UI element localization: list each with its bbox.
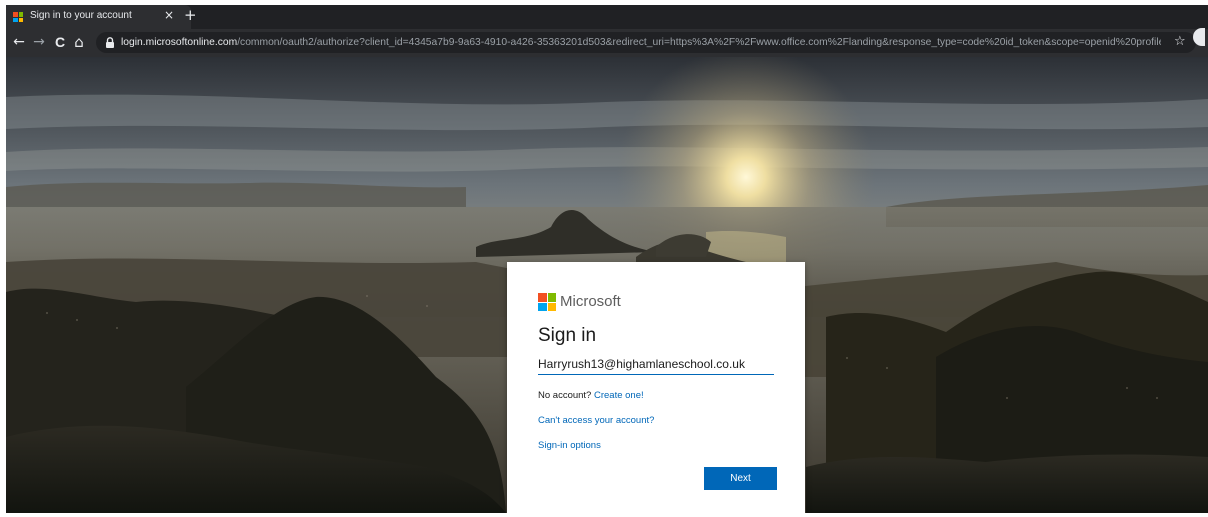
back-arrow-icon[interactable]: ← bbox=[10, 33, 28, 51]
sign-in-card: Microsoft Sign in No account? Create one… bbox=[507, 262, 805, 513]
url-text[interactable]: login.microsoftonline.com/common/oauth2/… bbox=[121, 36, 1161, 49]
lock-icon bbox=[106, 37, 114, 48]
microsoft-logo-icon bbox=[538, 293, 556, 311]
forward-arrow-icon[interactable]: → bbox=[30, 33, 48, 51]
star-icon[interactable]: ☆ bbox=[1174, 34, 1186, 49]
browser-toolbar: ← → C ⌂ login.microsoftonline.com/common… bbox=[6, 29, 1208, 57]
reload-icon[interactable]: C bbox=[51, 33, 69, 51]
url-path: /common/oauth2/authorize?client_id=4345a… bbox=[237, 37, 1161, 48]
email-field[interactable] bbox=[538, 354, 774, 375]
cant-access-account-link[interactable]: Can't access your account? bbox=[538, 415, 654, 427]
tab-strip: Sign in to your account × + bbox=[6, 5, 1208, 29]
tab-close-icon[interactable]: × bbox=[164, 8, 174, 22]
microsoft-logo-icon bbox=[13, 12, 23, 22]
no-account-text: No account? bbox=[538, 390, 592, 401]
profile-icon[interactable] bbox=[1193, 28, 1205, 46]
address-bar[interactable]: login.microsoftonline.com/common/oauth2/… bbox=[96, 32, 1196, 53]
new-tab-icon[interactable]: + bbox=[184, 6, 197, 24]
next-button[interactable]: Next bbox=[704, 467, 777, 490]
tab-title: Sign in to your account bbox=[30, 10, 132, 21]
no-account-row: No account? Create one! bbox=[538, 390, 644, 402]
page-title: Sign in bbox=[538, 325, 597, 346]
brand-name: Microsoft bbox=[560, 293, 621, 310]
home-icon[interactable]: ⌂ bbox=[70, 33, 88, 51]
browser-window: Sign in to your account × + ← → C ⌂ logi… bbox=[6, 5, 1208, 513]
tab-sign-in[interactable]: Sign in to your account × bbox=[6, 5, 191, 29]
url-host: login.microsoftonline.com bbox=[121, 37, 238, 48]
sign-in-options-link[interactable]: Sign-in options bbox=[538, 440, 601, 452]
create-account-link[interactable]: Create one! bbox=[594, 390, 644, 401]
